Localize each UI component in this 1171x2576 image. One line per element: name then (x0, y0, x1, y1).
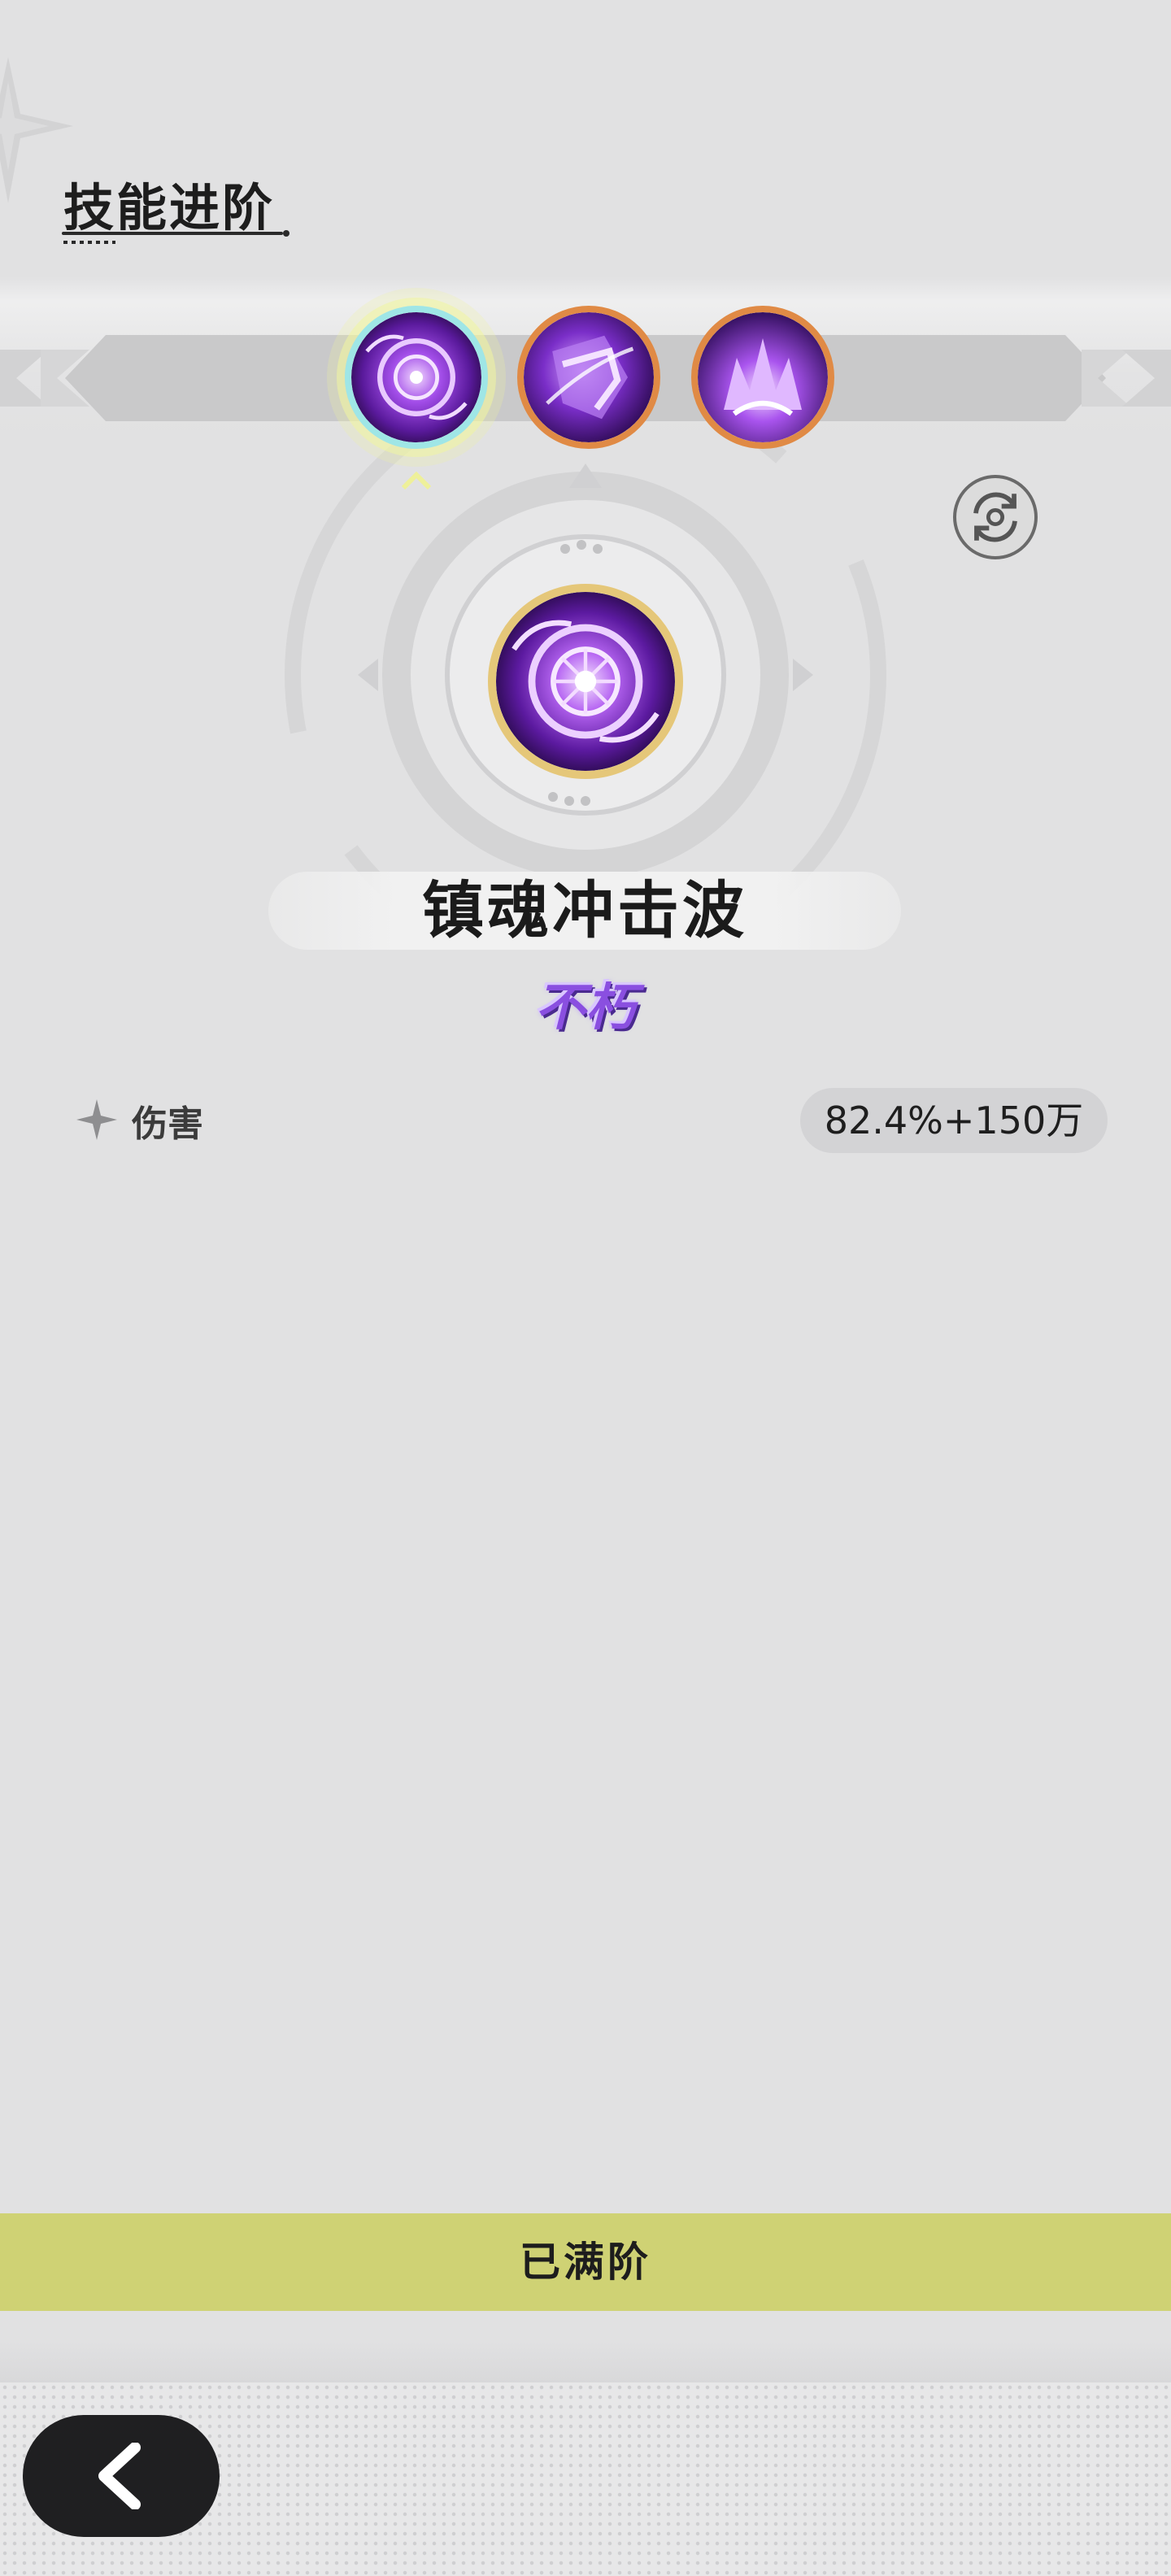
max-level-status-text: 已满阶 (520, 2239, 651, 2286)
refresh-icon (973, 492, 1017, 542)
shield-slash-icon (524, 312, 654, 442)
chevron-left-icon (98, 2443, 141, 2509)
title-tick (283, 230, 289, 237)
skill-slot-2[interactable] (517, 306, 660, 449)
refresh-button[interactable] (953, 475, 1038, 559)
skill-rank: 不朽 (534, 977, 636, 1037)
selected-indicator-caret (402, 472, 431, 490)
title-dots (63, 241, 115, 244)
skill-slot-1[interactable] (345, 306, 488, 449)
violet-flame-icon (698, 312, 828, 442)
four-point-star-icon (76, 1099, 117, 1140)
back-button[interactable] (23, 2415, 220, 2537)
stat-label-damage: 伤害 (132, 1103, 203, 1145)
soul-vortex-icon (496, 592, 675, 771)
featured-skill-icon-frame (488, 584, 683, 779)
soul-vortex-icon (351, 312, 481, 442)
skill-slot-3[interactable] (691, 306, 834, 449)
skill-name: 镇魂冲击波 (422, 874, 747, 946)
stat-value-damage: 82.4%+150万 (824, 1099, 1084, 1142)
title-underline (62, 232, 283, 235)
page-title: 技能进阶 (63, 178, 276, 237)
